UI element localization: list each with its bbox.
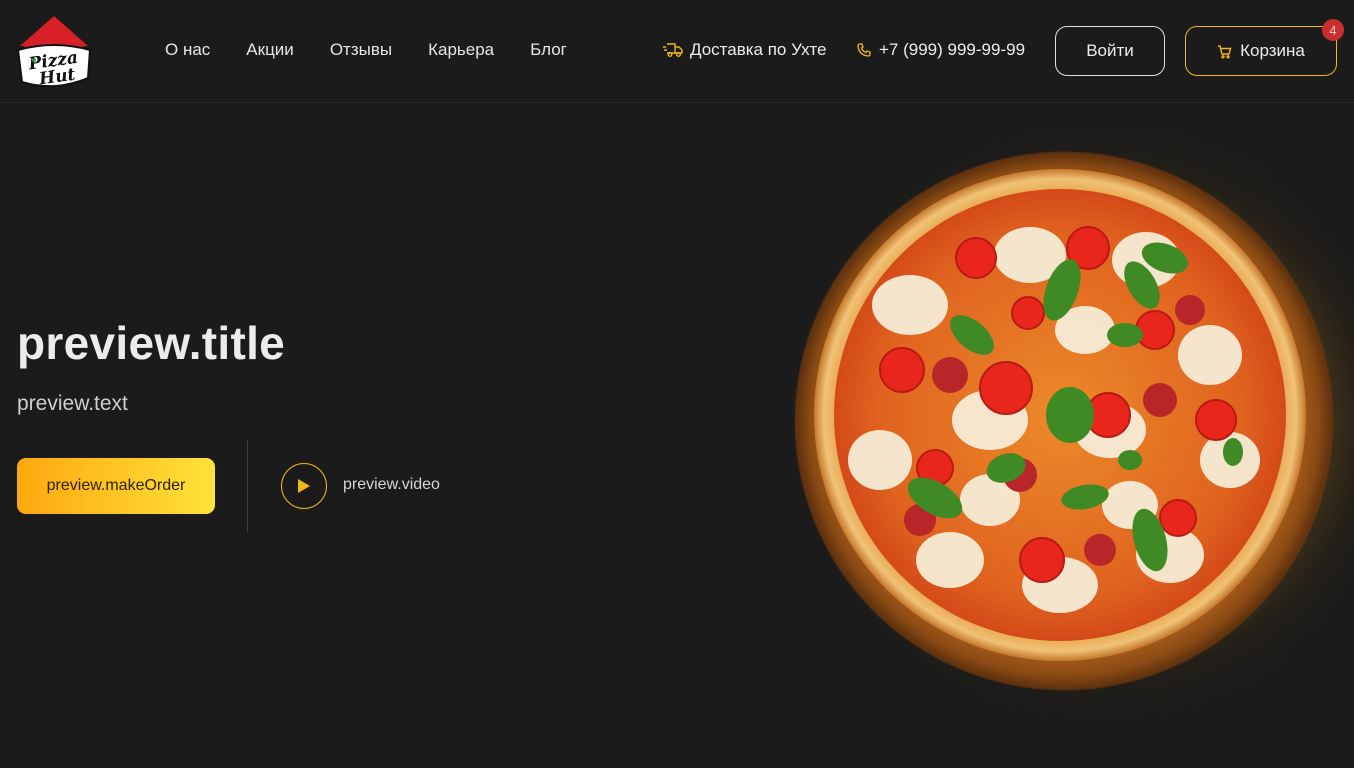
hero-title: preview.title [17,317,286,369]
nav-item-career[interactable]: Карьера [428,38,494,62]
cart-label: Корзина [1240,41,1305,60]
hero-text: preview.text [17,392,128,415]
delivery-link[interactable]: Доставка по Ухте [662,38,827,62]
pizza-image [734,130,1354,730]
delivery-label: Доставка по Ухте [690,40,827,59]
site-header: Pizza Hut О нас Акции Отзывы Карьера Бло… [0,0,1354,103]
logo-text-hut: Hut [37,65,77,90]
cart-button[interactable]: Корзина [1185,26,1337,76]
nav-item-about[interactable]: О нас [165,38,210,62]
delivery-truck-icon [663,43,683,57]
nav-item-reviews[interactable]: Отзывы [330,38,392,62]
play-icon [298,479,310,493]
play-video-button[interactable] [281,463,327,509]
phone-link[interactable]: +7 (999) 999-99-99 [857,38,1025,62]
make-order-button[interactable]: preview.makeOrder [17,458,215,514]
phone-icon [857,43,871,57]
login-button[interactable]: Войти [1055,26,1165,76]
hero-divider [247,440,248,532]
main-nav: О нас Акции Отзывы Карьера Блог [165,38,603,62]
video-label[interactable]: preview.video [343,475,440,495]
pizza-hut-logo[interactable]: Pizza Hut [14,12,94,90]
nav-item-blog[interactable]: Блог [530,38,567,62]
cart-count-badge: 4 [1322,19,1344,41]
phone-number: +7 (999) 999-99-99 [879,40,1026,59]
shopping-cart-icon [1218,44,1232,59]
nav-item-promotions[interactable]: Акции [246,38,294,62]
